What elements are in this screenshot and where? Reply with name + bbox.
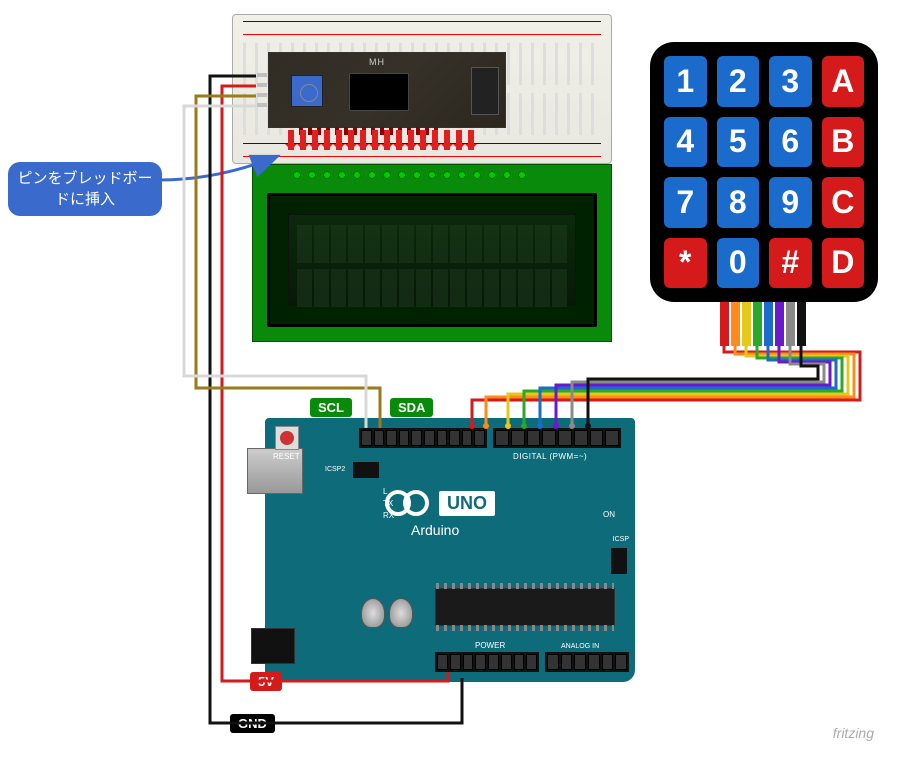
lcd-bezel <box>267 193 597 327</box>
keypad-key-8: 8 <box>717 177 760 228</box>
uno-digital-header-right <box>493 428 621 448</box>
keypad-key-C: C <box>822 177 865 228</box>
uno-arduino-text: Arduino <box>411 522 459 538</box>
uno-logo: UNO <box>385 490 495 516</box>
keypad-wire <box>797 302 806 346</box>
wire-keypad-d3 <box>572 346 824 428</box>
uno-icsp2-header <box>353 462 379 478</box>
keypad-key-0: 0 <box>717 238 760 289</box>
i2c-chip <box>349 73 409 111</box>
keypad-wire <box>764 302 773 346</box>
callout-text: ピンをブレッドボードに挿入 <box>12 168 158 210</box>
label-5v: 5V <box>250 672 282 691</box>
credit-text: fritzing <box>833 725 874 741</box>
wire-keypad-d9 <box>472 346 860 428</box>
keypad-key-D: D <box>822 238 865 289</box>
keypad-key-5: 5 <box>717 117 760 168</box>
keypad-ribbon-cable <box>720 302 810 346</box>
keypad-wire <box>786 302 795 346</box>
wire-keypad-d7 <box>508 346 848 428</box>
wire-keypad-d4 <box>556 346 830 428</box>
wire-keypad-d6 <box>524 346 842 428</box>
lcd-pin-row <box>293 171 526 179</box>
uno-power-header <box>435 652 539 672</box>
keypad-key-2: 2 <box>717 56 760 107</box>
keypad-wire <box>753 302 762 346</box>
keypad-key-B: B <box>822 117 865 168</box>
wire-keypad-d2 <box>588 346 818 428</box>
uno-capacitors <box>361 598 413 628</box>
uno-digital-label: DIGITAL (PWM=~) <box>513 452 587 461</box>
uno-on-label: ON <box>603 510 615 519</box>
uno-atmega-chip <box>435 588 615 626</box>
keypad-wire <box>742 302 751 346</box>
label-sda: SDA <box>390 398 433 417</box>
i2c-potentiometer <box>291 75 323 107</box>
i2c-label: MH <box>369 57 385 67</box>
uno-power-jack <box>251 628 295 664</box>
uno-reset-button <box>275 426 299 450</box>
keypad-wire <box>731 302 740 346</box>
label-scl: SCL <box>310 398 352 417</box>
label-gnd: GND <box>230 714 275 733</box>
callout-arrow <box>158 150 298 190</box>
i2c-lcd-adapter: MH <box>268 52 506 128</box>
keypad-key-A: A <box>822 56 865 107</box>
pin-insertion-arrows <box>288 130 474 150</box>
uno-icsp2-label: ICSP2 <box>325 466 345 473</box>
uno-icsp-header <box>611 548 627 574</box>
lcd-screen <box>288 214 576 306</box>
uno-brand-badge: UNO <box>439 491 495 516</box>
i2c-jumper-header <box>471 67 499 115</box>
arduino-uno: RESET ICSP2 ICSP L TX RX ON UNO Arduino … <box>265 418 635 682</box>
keypad-key-*: * <box>664 238 707 289</box>
uno-analog-label: ANALOG IN <box>561 643 599 650</box>
i2c-side-pins <box>257 73 269 107</box>
keypad-wire <box>775 302 784 346</box>
wire-keypad-d5 <box>540 346 836 428</box>
uno-power-label: POWER <box>475 641 505 650</box>
keypad-key-3: 3 <box>769 56 812 107</box>
keypad-key-1: 1 <box>664 56 707 107</box>
uno-digital-header-left <box>359 428 487 448</box>
uno-icsp-label: ICSP <box>613 536 629 543</box>
lcd-1602 <box>252 164 612 342</box>
keypad-4x4: 123A 456B 789C *0#D <box>650 42 878 302</box>
keypad-key-4: 4 <box>664 117 707 168</box>
keypad-wire <box>720 302 729 346</box>
uno-analog-header <box>545 652 629 672</box>
keypad-key-#: # <box>769 238 812 289</box>
uno-reset-label: RESET <box>273 452 300 461</box>
infinity-icon <box>385 490 429 516</box>
callout-bubble: ピンをブレッドボードに挿入 <box>8 162 162 216</box>
keypad-key-7: 7 <box>664 177 707 228</box>
keypad-key-6: 6 <box>769 117 812 168</box>
keypad-key-9: 9 <box>769 177 812 228</box>
breadboard-rail-top <box>243 21 601 35</box>
wire-keypad-d8 <box>486 346 854 428</box>
